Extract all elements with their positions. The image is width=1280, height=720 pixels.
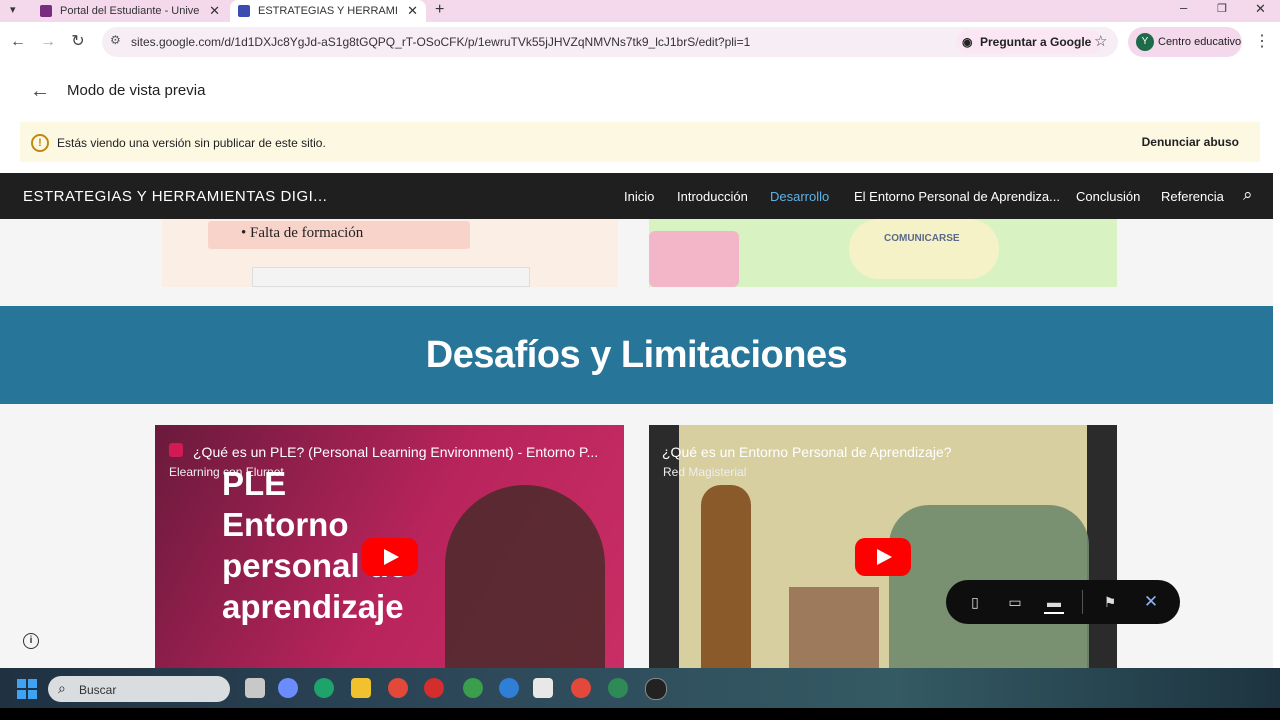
feedback-icon[interactable]: ⚑ (1100, 592, 1120, 612)
nav-item-conclusion[interactable]: Conclusión (1076, 189, 1140, 204)
tab-portal-estudiante[interactable]: Portal del Estudiante - Universid ✕ (32, 0, 228, 22)
site-settings-icon[interactable]: ⚙ (110, 33, 121, 47)
warning-info-icon: ! (31, 134, 49, 152)
site-title[interactable]: ESTRATEGIAS Y HERRAMIENTAS DIGI... (23, 188, 327, 205)
start-button-icon[interactable] (17, 679, 37, 699)
laptop-view-icon[interactable]: ▬ (1044, 592, 1064, 614)
back-arrow-icon[interactable]: ← (30, 80, 50, 103)
task-view-icon[interactable] (245, 678, 265, 698)
forward-icon[interactable]: → (38, 32, 58, 52)
screen-recorder-banner (252, 267, 530, 287)
address-bar[interactable]: ⚙ sites.google.com/d/1d1DXJc8YgJd-aS1g8t… (102, 27, 1118, 57)
chrome-profile-icon[interactable] (463, 678, 483, 698)
close-preview-icon[interactable]: ✕ (1141, 592, 1161, 612)
video-channel: Red Magisterial (663, 465, 747, 479)
chrome-active-icon[interactable] (608, 678, 628, 698)
phone-view-icon[interactable]: ▯ (965, 592, 985, 612)
presenter-figure (445, 485, 605, 668)
copilot-icon[interactable] (278, 678, 298, 698)
tab-label: ESTRATEGIAS Y HERRAMIENTAS (258, 5, 398, 17)
tablet-view-icon[interactable]: ▭ (1005, 592, 1025, 612)
section-banner: Desafíos y Limitaciones (0, 306, 1273, 404)
video-title[interactable]: ¿Qué es un PLE? (Personal Learning Envir… (193, 444, 598, 460)
url-text[interactable]: sites.google.com/d/1d1DXJc8YgJd-aS1g8tGQ… (131, 35, 750, 49)
acrobat-icon[interactable] (424, 678, 444, 698)
ask-google-button[interactable]: ◉ Preguntar a Google (956, 30, 1102, 54)
tab-strip: ▾ Portal del Estudiante - Universid ✕ ES… (0, 0, 1280, 22)
screen-bottom-edge (0, 708, 1280, 720)
section-title: Desafíos y Limitaciones (425, 334, 848, 376)
nav-item-inicio[interactable]: Inicio (624, 189, 654, 204)
notice-text: Estás viendo una versión sin publicar de… (57, 136, 326, 150)
avatar: Y (1136, 33, 1154, 51)
comunicarse-label: COMUNICARSE (884, 233, 960, 244)
preview-device-toolbar: ▯ ▭ ▬ ⚑ ✕ (946, 580, 1180, 624)
reload-icon[interactable]: ↻ (68, 32, 88, 52)
play-button[interactable] (362, 538, 418, 576)
nav-item-desarrollo[interactable]: Desarrollo (770, 189, 829, 204)
unpublished-notice: ! Estás viendo una versión sin publicar … (20, 122, 1260, 162)
cartoon-teacher (701, 485, 751, 668)
file-explorer-icon[interactable] (351, 678, 371, 698)
nav-item-referencia[interactable]: Referencia (1161, 189, 1224, 204)
nav-item-entorno-personal[interactable]: El Entorno Personal de Aprendiza... (854, 189, 1060, 204)
taskbar-search-label: Buscar (79, 683, 117, 697)
profile-label: Centro educativo (1158, 36, 1242, 48)
infographic-image: • Falta de formación (162, 219, 618, 287)
app-icon[interactable] (533, 678, 553, 698)
report-abuse-link[interactable]: Denunciar abuso (1142, 135, 1239, 149)
youtube-video-entorno[interactable]: ¿Qué es un Entorno Personal de Aprendiza… (649, 425, 1117, 668)
back-icon[interactable]: ← (8, 32, 28, 52)
chrome-profile-icon[interactable] (499, 678, 519, 698)
ask-google-label: Preguntar a Google (980, 35, 1092, 49)
close-tab-icon[interactable]: ✕ (407, 3, 418, 19)
minimize-icon[interactable]: – (1180, 0, 1187, 15)
lens-icon: ◉ (962, 35, 973, 49)
infographic-text: • Falta de formación (241, 225, 364, 241)
site-info-icon[interactable]: i (23, 633, 39, 649)
chrome-icon[interactable] (388, 678, 408, 698)
illustration-image: COMUNICARSE (649, 219, 1117, 287)
video-title[interactable]: ¿Qué es un Entorno Personal de Aprendiza… (662, 444, 952, 460)
close-tab-icon[interactable]: ✕ (209, 3, 220, 19)
reading-girl-illustration (649, 231, 739, 287)
restore-icon[interactable]: ❐ (1217, 2, 1227, 15)
tab-label: Portal del Estudiante - Universid (60, 5, 200, 17)
cartoon-desk (789, 587, 879, 668)
youtube-video-ple[interactable]: ¿Qué es un PLE? (Personal Learning Envir… (155, 425, 624, 668)
channel-logo-icon (169, 443, 183, 457)
search-icon[interactable]: ⌕ (1243, 185, 1253, 205)
browser-toolbar: ← → ↻ ⚙ sites.google.com/d/1d1DXJc8YgJd-… (0, 22, 1280, 62)
preview-title: Modo de vista previa (67, 82, 206, 99)
profile-chip[interactable]: Y Centro educativo (1128, 27, 1242, 57)
divider (1082, 590, 1083, 614)
close-window-icon[interactable]: ✕ (1255, 1, 1266, 17)
menu-kebab-icon[interactable]: ⋮ (1252, 32, 1272, 52)
chrome-icon[interactable] (571, 678, 591, 698)
edge-icon[interactable] (314, 678, 334, 698)
tab-search-chevron-icon[interactable]: ▾ (10, 3, 16, 16)
play-button[interactable] (855, 538, 911, 576)
preview-header: ← Modo de vista previa (0, 62, 1280, 120)
site-navigation: ESTRATEGIAS Y HERRAMIENTAS DIGI... Inici… (0, 173, 1273, 219)
search-icon: ⌕ (58, 680, 66, 696)
obs-icon[interactable] (645, 678, 667, 700)
bookmark-star-icon[interactable]: ☆ (1094, 32, 1107, 50)
taskbar-search[interactable]: ⌕ Buscar (48, 676, 230, 702)
sites-favicon-icon (238, 5, 250, 17)
new-tab-icon[interactable]: + (435, 1, 444, 19)
cloud-shape (849, 219, 999, 279)
nav-item-introduccion[interactable]: Introducción (677, 189, 748, 204)
tab-estrategias[interactable]: ESTRATEGIAS Y HERRAMIENTAS ✕ (230, 0, 426, 22)
tab-favicon-icon (40, 5, 52, 17)
